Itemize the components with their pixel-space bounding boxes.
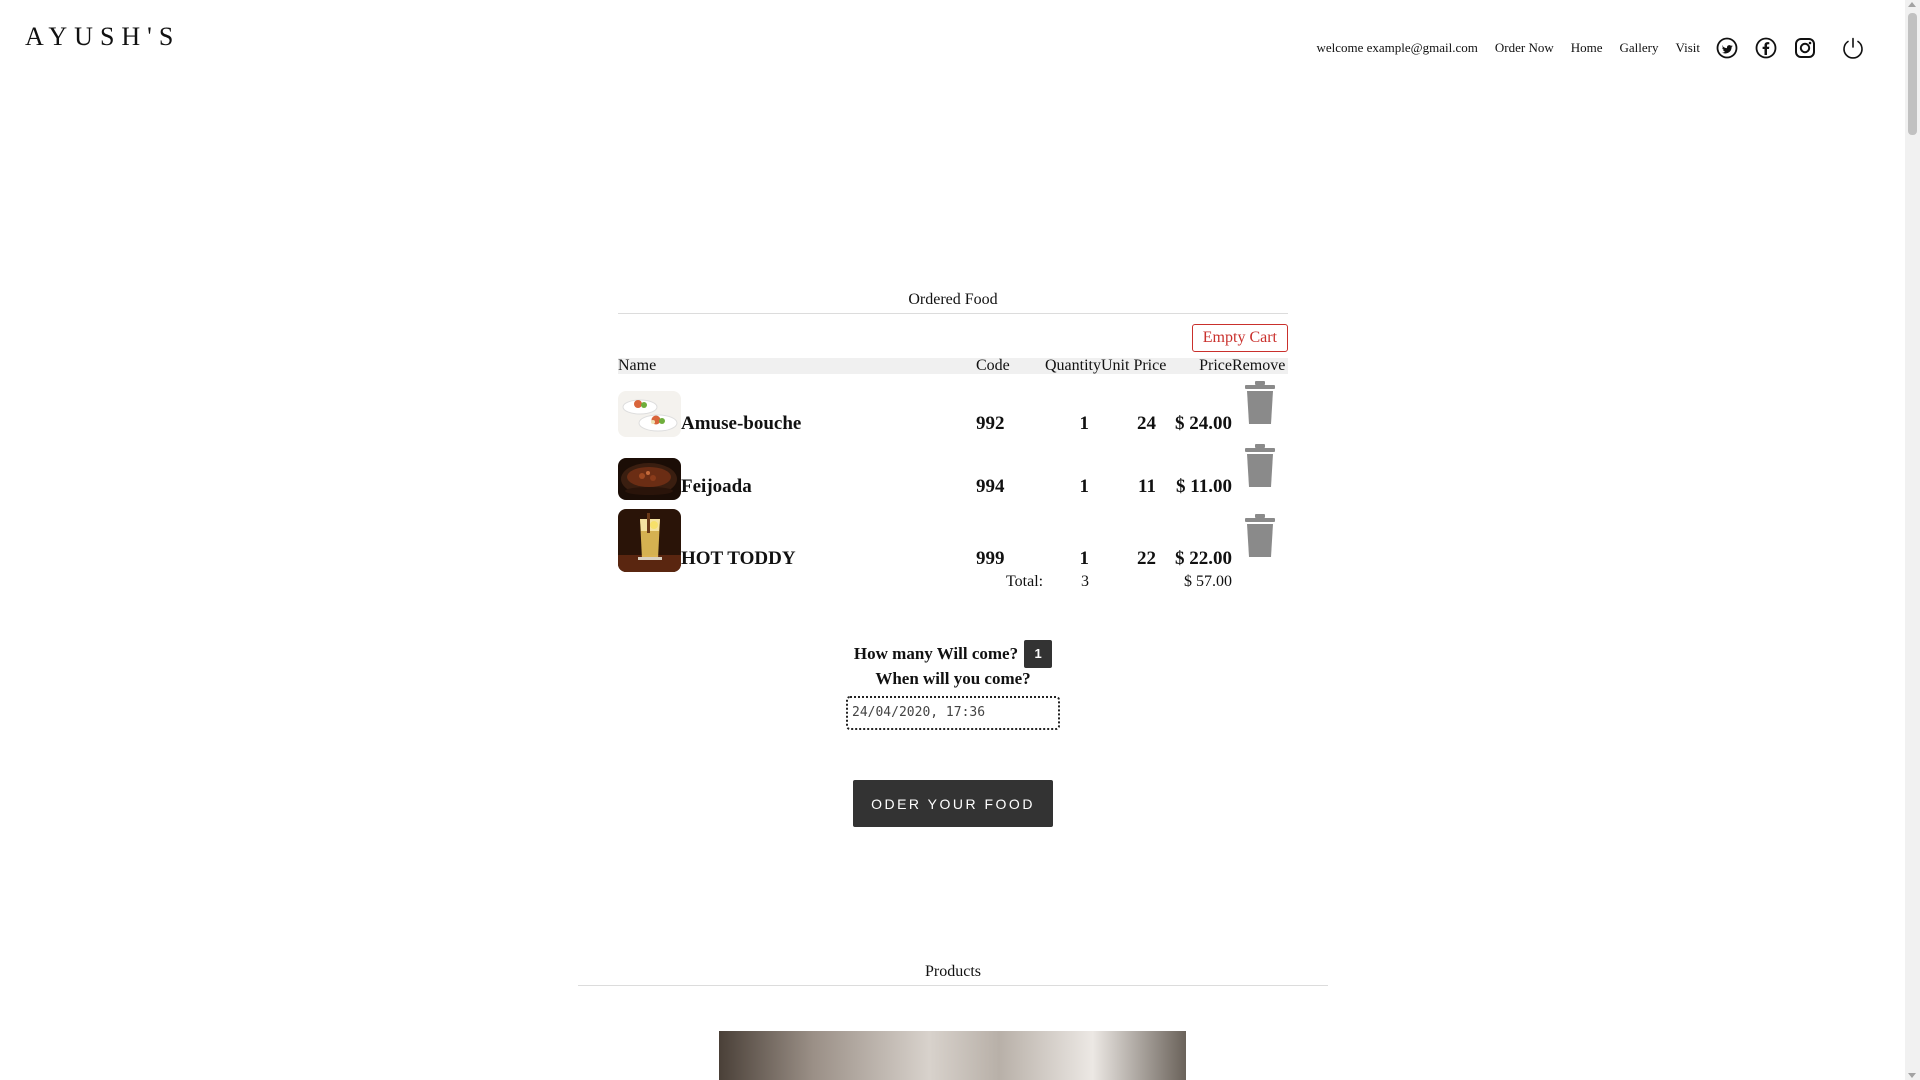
item-unit-price: 24 xyxy=(1137,413,1156,434)
total-label: Total: xyxy=(1006,573,1044,590)
scrollbar[interactable] xyxy=(1905,0,1920,1080)
feijoada-image xyxy=(618,458,681,500)
item-name: HOT TODDY xyxy=(681,548,796,569)
when-label: When will you come? xyxy=(875,669,1031,688)
order-food-button[interactable]: ODER YOUR FOOD xyxy=(853,780,1053,827)
item-qty: 1 xyxy=(1079,476,1090,497)
item-price: $ 24.00 xyxy=(1175,413,1232,434)
table-row: Feijoada 994 1 11 $ 11.00 xyxy=(618,437,1288,500)
item-code: 992 xyxy=(976,413,1005,434)
item-qty: 1 xyxy=(1079,548,1090,569)
guests-label: How many Will come? xyxy=(853,644,1019,663)
booking-form: How many Will come? 1 When will you come… xyxy=(618,640,1288,827)
amuse-bouche-image xyxy=(618,391,681,437)
site-logo[interactable]: AYUSH'S xyxy=(25,22,180,52)
item-name: Amuse-bouche xyxy=(681,413,802,434)
trash-icon[interactable] xyxy=(1232,443,1288,489)
top-nav: welcome example@gmail.com Order Now Home… xyxy=(1316,36,1865,60)
item-qty: 1 xyxy=(1079,413,1090,434)
col-quantity: Quantity xyxy=(1043,357,1101,374)
item-code: 999 xyxy=(976,548,1005,569)
item-price: $ 11.00 xyxy=(1176,476,1232,497)
scroll-down-arrow-icon[interactable] xyxy=(1908,1073,1916,1078)
products-section: Products xyxy=(578,962,1328,986)
nav-visit[interactable]: Visit xyxy=(1675,40,1700,56)
cart-section: Ordered Food Empty Cart Name Code Quanti… xyxy=(618,290,1288,592)
scroll-thumb[interactable] xyxy=(1908,13,1917,135)
nav-home[interactable]: Home xyxy=(1571,40,1603,56)
item-unit-price: 11 xyxy=(1138,476,1156,497)
datetime-input[interactable]: 24/04/2020, 17:36 xyxy=(846,696,1060,730)
ordered-food-title: Ordered Food xyxy=(618,290,1288,314)
product-image[interactable] xyxy=(719,1031,1186,1080)
welcome-text: welcome example@gmail.com xyxy=(1316,40,1478,55)
col-code: Code xyxy=(976,358,1043,374)
trash-icon[interactable] xyxy=(1232,513,1288,559)
total-qty: 3 xyxy=(1081,573,1089,590)
nav-gallery[interactable]: Gallery xyxy=(1620,40,1659,56)
twitter-icon[interactable] xyxy=(1715,36,1739,60)
instagram-icon[interactable] xyxy=(1793,36,1817,60)
item-unit-price: 22 xyxy=(1137,548,1156,569)
nav-order-now[interactable]: Order Now xyxy=(1495,40,1554,56)
col-price: Price xyxy=(1164,358,1232,374)
total-price: $ 57.00 xyxy=(1184,573,1232,590)
col-remove: Remove xyxy=(1232,358,1288,374)
total-row: Total: 3 $ 57.00 xyxy=(618,572,1288,592)
hot-toddy-image xyxy=(618,509,681,572)
products-title: Products xyxy=(578,962,1328,986)
table-header: Name Code Quantity Unit Price Price Remo… xyxy=(618,358,1288,374)
power-icon[interactable] xyxy=(1841,36,1865,60)
scroll-up-arrow-icon[interactable] xyxy=(1908,2,1916,7)
trash-icon[interactable] xyxy=(1232,380,1288,426)
col-name: Name xyxy=(618,358,976,374)
empty-cart-button[interactable]: Empty Cart xyxy=(1191,324,1288,352)
item-code: 994 xyxy=(976,476,1005,497)
cart-table: Name Code Quantity Unit Price Price Remo… xyxy=(618,358,1288,592)
guests-input[interactable]: 1 xyxy=(1024,640,1053,668)
facebook-icon[interactable] xyxy=(1754,36,1778,60)
item-name: Feijoada xyxy=(681,476,752,497)
table-row: Amuse-bouche 992 1 24 $ 24.00 xyxy=(618,374,1288,437)
col-unit-price: Unit Price xyxy=(1101,357,1167,374)
table-row: HOT TODDY 999 1 22 $ 22.00 xyxy=(618,500,1288,572)
item-price: $ 22.00 xyxy=(1175,548,1232,569)
